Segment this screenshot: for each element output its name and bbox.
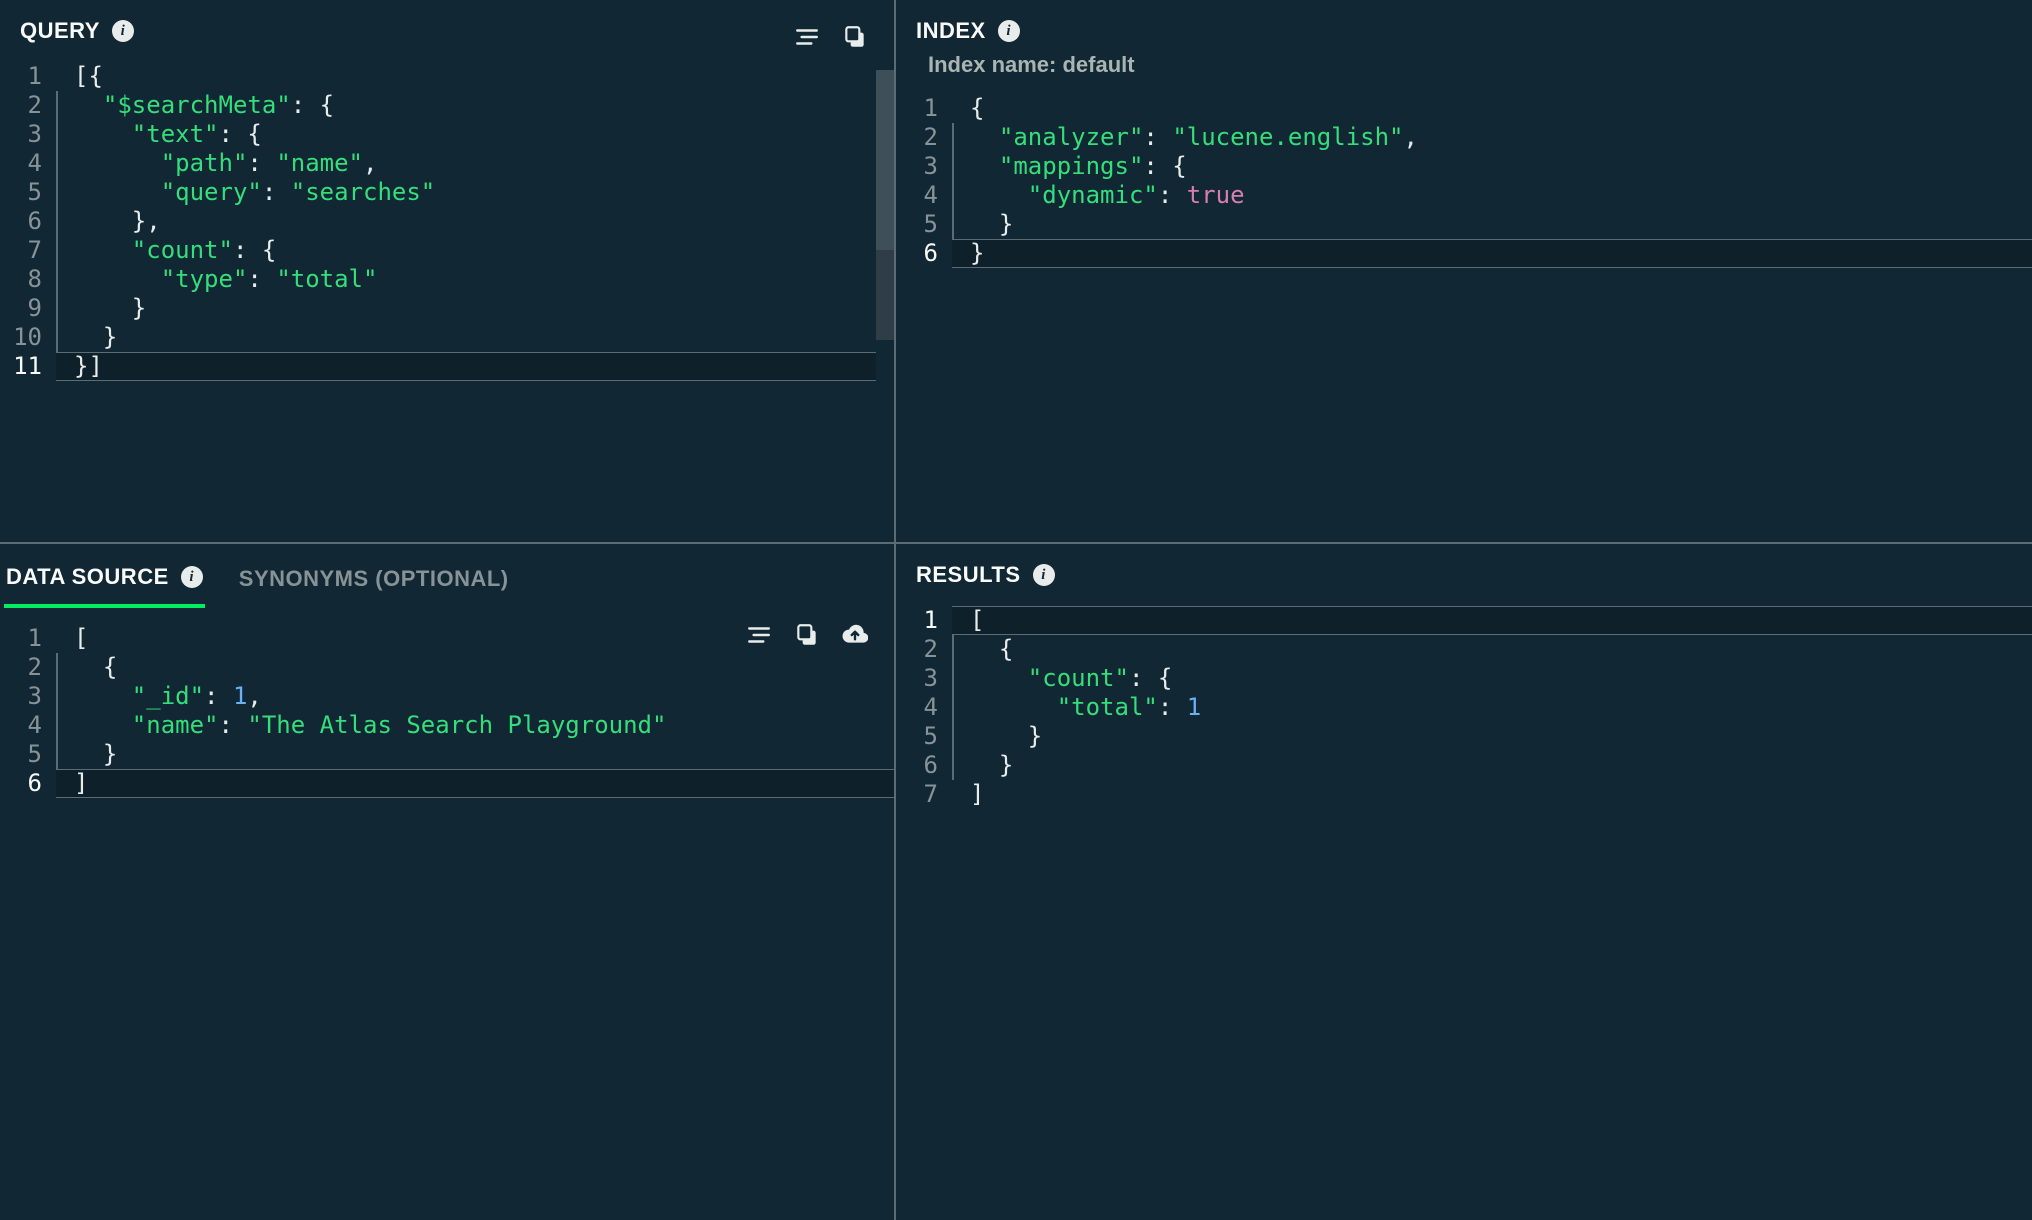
query-title: QUERY — [20, 18, 100, 44]
datasource-editor[interactable]: 123456[ { "_id": 1, "name": "The Atlas S… — [0, 614, 894, 798]
code-area[interactable]: [{ "$searchMeta": { "text": { "path": "n… — [56, 62, 894, 381]
code-line[interactable]: ] — [56, 769, 894, 798]
code-line[interactable]: "total": 1 — [952, 693, 2032, 722]
code-line[interactable]: [{ — [56, 62, 894, 91]
scrollbar-thumb[interactable] — [876, 70, 894, 250]
code-line[interactable]: { — [56, 653, 894, 682]
code-line[interactable]: "text": { — [56, 120, 894, 149]
info-icon[interactable]: i — [112, 20, 134, 42]
code-line[interactable]: } — [56, 294, 894, 323]
code-area[interactable]: { "analyzer": "lucene.english", "mapping… — [952, 94, 2032, 268]
index-title: INDEX — [916, 18, 986, 44]
line-gutter: 1234567 — [896, 606, 952, 809]
copy-icon[interactable] — [792, 620, 822, 650]
code-line[interactable]: { — [952, 635, 2032, 664]
info-icon[interactable]: i — [181, 566, 203, 588]
line-gutter: 123456 — [896, 94, 952, 268]
code-line[interactable]: "path": "name", — [56, 149, 894, 178]
datasource-tabs: DATA SOURCE i SYNONYMS (OPTIONAL) — [0, 544, 894, 608]
code-line[interactable]: [ — [952, 606, 2032, 635]
format-icon[interactable] — [744, 620, 774, 650]
code-line[interactable]: } — [56, 740, 894, 769]
tab-label: SYNONYMS (OPTIONAL) — [239, 566, 509, 592]
line-gutter: 123456 — [0, 624, 56, 798]
query-pane: QUERY i 1234567891011[{ "$searchMeta": {… — [0, 0, 896, 544]
scrollbar-thumb[interactable] — [876, 250, 894, 340]
line-gutter: 1234567891011 — [0, 62, 56, 381]
query-header: QUERY i — [0, 0, 894, 52]
index-pane: INDEX i Index name: default 123456{ "ana… — [896, 0, 2032, 544]
results-title: RESULTS — [916, 562, 1021, 588]
code-area[interactable]: [ { "_id": 1, "name": "The Atlas Search … — [56, 624, 894, 798]
code-line[interactable]: "type": "total" — [56, 265, 894, 294]
results-pane: RESULTS i 1234567[ { "count": { "total":… — [896, 544, 2032, 1220]
info-icon[interactable]: i — [1033, 564, 1055, 586]
tab-label: DATA SOURCE — [6, 564, 169, 590]
code-line[interactable]: }, — [56, 207, 894, 236]
datasource-toolbar — [744, 620, 870, 650]
code-line[interactable]: "count": { — [952, 664, 2032, 693]
results-editor[interactable]: 1234567[ { "count": { "total": 1 } }] — [896, 596, 2032, 809]
format-icon[interactable] — [792, 22, 822, 52]
query-toolbar — [792, 22, 870, 52]
code-line[interactable]: "analyzer": "lucene.english", — [952, 123, 2032, 152]
upload-icon[interactable] — [840, 620, 870, 650]
code-line[interactable]: } — [952, 210, 2032, 239]
index-editor[interactable]: 123456{ "analyzer": "lucene.english", "m… — [896, 84, 2032, 268]
datasource-pane: DATA SOURCE i SYNONYMS (OPTIONAL) 123456[ … — [0, 544, 896, 1220]
query-editor[interactable]: 1234567891011[{ "$searchMeta": { "text":… — [0, 52, 894, 381]
tab-data-source[interactable]: DATA SOURCE i — [4, 558, 205, 608]
code-line[interactable]: "query": "searches" — [56, 178, 894, 207]
scrollbar-track — [876, 0, 894, 542]
index-header: INDEX i — [896, 0, 2032, 52]
code-line[interactable]: } — [952, 751, 2032, 780]
info-icon[interactable]: i — [998, 20, 1020, 42]
code-line[interactable]: "count": { — [56, 236, 894, 265]
code-line[interactable]: } — [56, 323, 894, 352]
code-line[interactable]: "dynamic": true — [952, 181, 2032, 210]
code-line[interactable]: } — [952, 239, 2032, 268]
code-line[interactable]: ] — [952, 780, 2032, 809]
code-line[interactable]: }] — [56, 352, 894, 381]
results-header: RESULTS i — [896, 544, 2032, 596]
code-line[interactable]: { — [952, 94, 2032, 123]
code-area[interactable]: [ { "count": { "total": 1 } }] — [952, 606, 2032, 809]
copy-icon[interactable] — [840, 22, 870, 52]
code-line[interactable]: } — [952, 722, 2032, 751]
index-name-label: Index name: default — [896, 52, 2032, 84]
code-line[interactable]: "$searchMeta": { — [56, 91, 894, 120]
code-line[interactable]: "_id": 1, — [56, 682, 894, 711]
code-line[interactable]: "name": "The Atlas Search Playground" — [56, 711, 894, 740]
tab-synonyms-optional-[interactable]: SYNONYMS (OPTIONAL) — [237, 558, 511, 608]
code-line[interactable]: "mappings": { — [952, 152, 2032, 181]
